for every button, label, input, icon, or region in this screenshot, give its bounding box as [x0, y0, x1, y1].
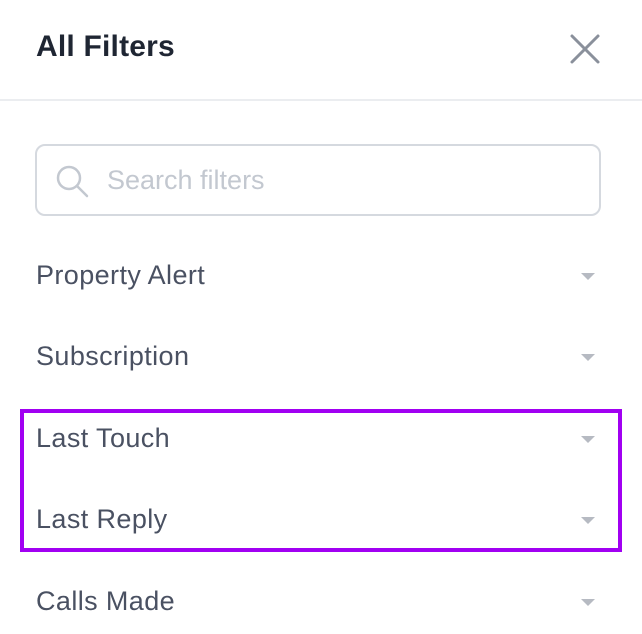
chevron-down-icon[interactable]: [581, 599, 595, 606]
panel-header: All Filters: [0, 0, 642, 101]
filter-item-last-touch[interactable]: Last Touch: [36, 415, 602, 465]
filter-item-last-reply[interactable]: Last Reply: [36, 496, 602, 546]
filter-item-calls-made[interactable]: Calls Made: [36, 578, 602, 628]
close-icon-glyph: [570, 34, 600, 64]
chevron-down-icon[interactable]: [581, 517, 595, 524]
filter-item-property-alert[interactable]: Property Alert: [36, 252, 602, 302]
search-box[interactable]: [35, 144, 601, 216]
filter-label: Calls Made: [36, 586, 176, 616]
filter-label: Last Touch: [36, 423, 171, 453]
close-icon[interactable]: [566, 30, 604, 68]
filter-label: Subscription: [36, 341, 190, 371]
search-icon: [55, 164, 91, 200]
filter-label: Last Reply: [36, 504, 168, 534]
chevron-down-icon[interactable]: [581, 354, 595, 361]
search-input[interactable]: [107, 156, 577, 204]
filter-label: Property Alert: [36, 260, 206, 290]
filter-item-subscription[interactable]: Subscription: [36, 333, 602, 383]
chevron-down-icon[interactable]: [581, 436, 595, 443]
panel-title: All Filters: [36, 30, 175, 63]
all-filters-panel: All Filters Property Alert Subscription …: [0, 0, 642, 634]
chevron-down-icon[interactable]: [581, 273, 595, 280]
